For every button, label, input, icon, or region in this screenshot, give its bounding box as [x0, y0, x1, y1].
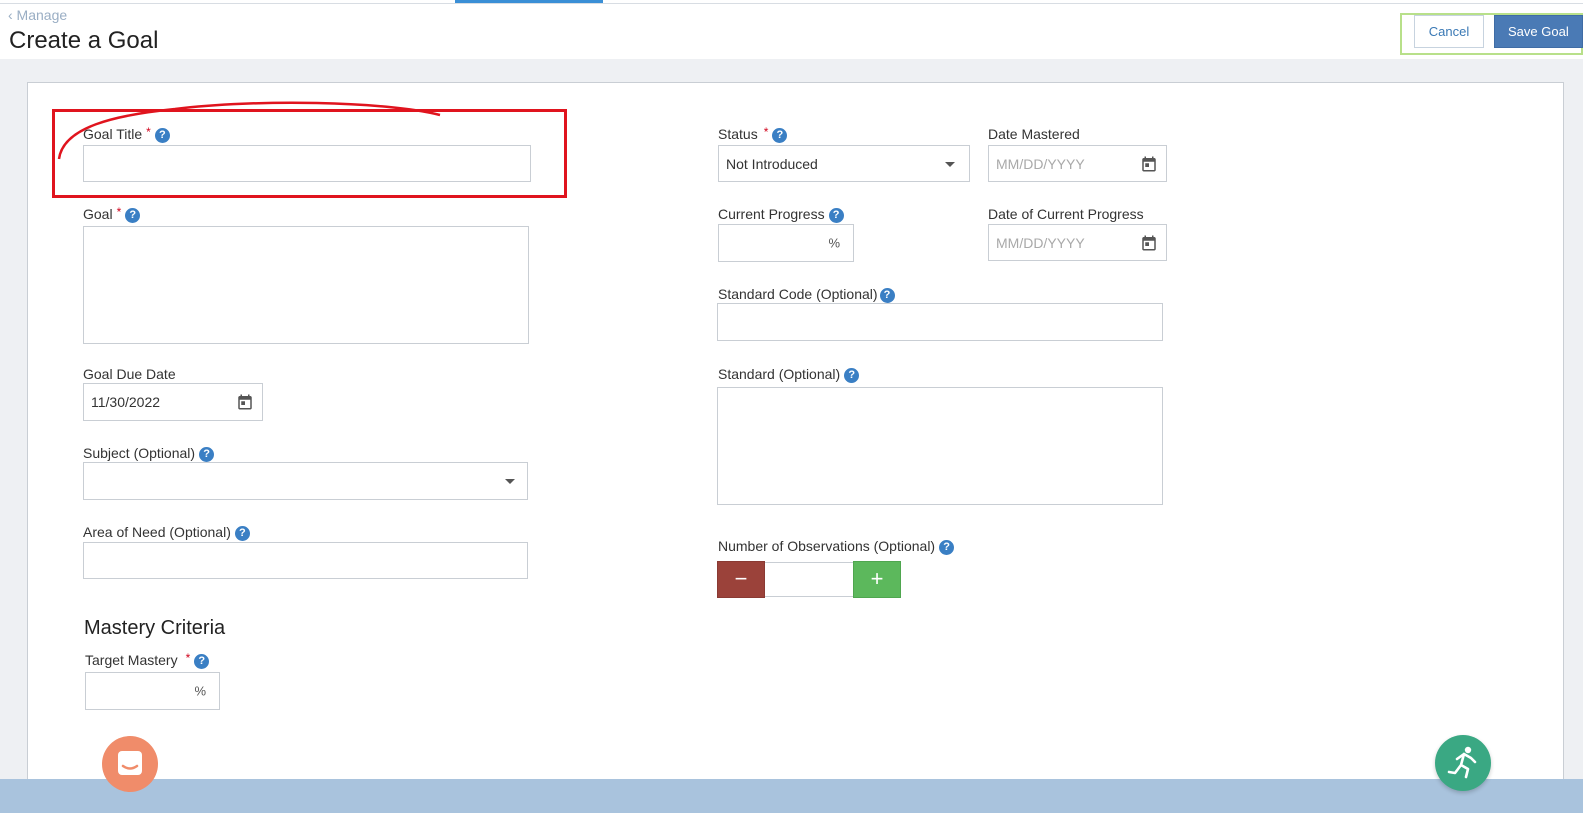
cancel-button[interactable]: Cancel: [1414, 15, 1484, 48]
page-header: ‹ Manage Create a Goal: [0, 4, 1583, 59]
help-icon[interactable]: ?: [772, 128, 788, 143]
goal-title-field[interactable]: [83, 145, 531, 182]
chat-launcher-button[interactable]: [102, 736, 158, 792]
target-mastery-field[interactable]: %: [85, 672, 220, 710]
help-icon[interactable]: ?: [234, 526, 250, 541]
running-person-icon: [1447, 746, 1477, 779]
goal-label: Goal *?: [83, 205, 141, 223]
footer-bar: [0, 779, 1583, 813]
help-icon[interactable]: ?: [844, 368, 860, 383]
chevron-down-icon: [945, 161, 955, 167]
area-of-need-field[interactable]: [83, 542, 528, 579]
date-mastered-placeholder: MM/DD/YYYY: [996, 155, 1085, 172]
decrement-button[interactable]: −: [717, 561, 765, 598]
back-to-manage-link[interactable]: ‹ Manage: [8, 7, 67, 23]
percent-unit: %: [828, 235, 840, 251]
standard-code-input[interactable]: [718, 304, 1162, 340]
help-icon[interactable]: ?: [199, 447, 215, 462]
page-title: Create a Goal: [9, 27, 159, 54]
date-mastered-field[interactable]: MM/DD/YYYY: [988, 145, 1167, 182]
target-mastery-label: Target Mastery *?: [85, 651, 210, 669]
goal-due-date-field[interactable]: 11/30/2022: [83, 383, 263, 421]
date-current-progress-placeholder: MM/DD/YYYY: [996, 234, 1085, 251]
active-tab-indicator: [455, 0, 603, 3]
date-current-progress-field[interactable]: MM/DD/YYYY: [988, 224, 1167, 261]
goal-textarea[interactable]: [84, 227, 528, 343]
observations-input[interactable]: [765, 562, 853, 597]
subject-label: Subject (Optional)?: [83, 445, 215, 462]
help-icon[interactable]: ?: [125, 208, 141, 223]
help-icon[interactable]: ?: [879, 288, 895, 303]
chat-icon: [118, 751, 142, 775]
status-label: Status *?: [718, 125, 788, 143]
standard-textarea[interactable]: [718, 388, 1162, 504]
standard-code-field[interactable]: [717, 303, 1163, 341]
help-icon[interactable]: ?: [939, 540, 955, 555]
subject-select[interactable]: [83, 462, 528, 500]
standard-label: Standard (Optional)?: [718, 366, 860, 383]
status-selected-value: Not Introduced: [726, 155, 818, 172]
calendar-icon[interactable]: [236, 393, 254, 411]
help-icon[interactable]: ?: [194, 654, 210, 669]
date-mastered-label: Date Mastered: [988, 126, 1080, 142]
goal-field[interactable]: [83, 226, 529, 344]
activity-launcher-button[interactable]: [1435, 735, 1491, 791]
observations-label: Number of Observations (Optional)?: [718, 538, 955, 555]
standard-code-label: Standard Code (Optional)?: [718, 286, 895, 303]
current-progress-label: Current Progress?: [718, 206, 844, 223]
goal-due-date-label: Goal Due Date: [83, 366, 176, 382]
percent-unit: %: [194, 683, 206, 699]
standard-field[interactable]: [717, 387, 1163, 505]
calendar-icon[interactable]: [1140, 234, 1158, 252]
calendar-icon[interactable]: [1140, 155, 1158, 173]
help-icon[interactable]: ?: [828, 208, 844, 223]
goal-due-date-value: 11/30/2022: [91, 394, 161, 410]
increment-button[interactable]: +: [853, 561, 901, 598]
mastery-criteria-heading: Mastery Criteria: [84, 617, 226, 639]
area-of-need-input[interactable]: [84, 543, 527, 578]
save-goal-button[interactable]: Save Goal: [1494, 15, 1583, 48]
goal-title-input[interactable]: [84, 146, 530, 181]
chevron-down-icon: [505, 479, 515, 484]
area-of-need-label: Area of Need (Optional)?: [83, 524, 250, 541]
goal-title-label: Goal Title *?: [83, 125, 170, 143]
date-current-progress-label: Date of Current Progress: [988, 206, 1144, 222]
status-select[interactable]: Not Introduced: [718, 145, 970, 182]
help-icon[interactable]: ?: [154, 128, 170, 143]
current-progress-field[interactable]: %: [718, 224, 854, 262]
